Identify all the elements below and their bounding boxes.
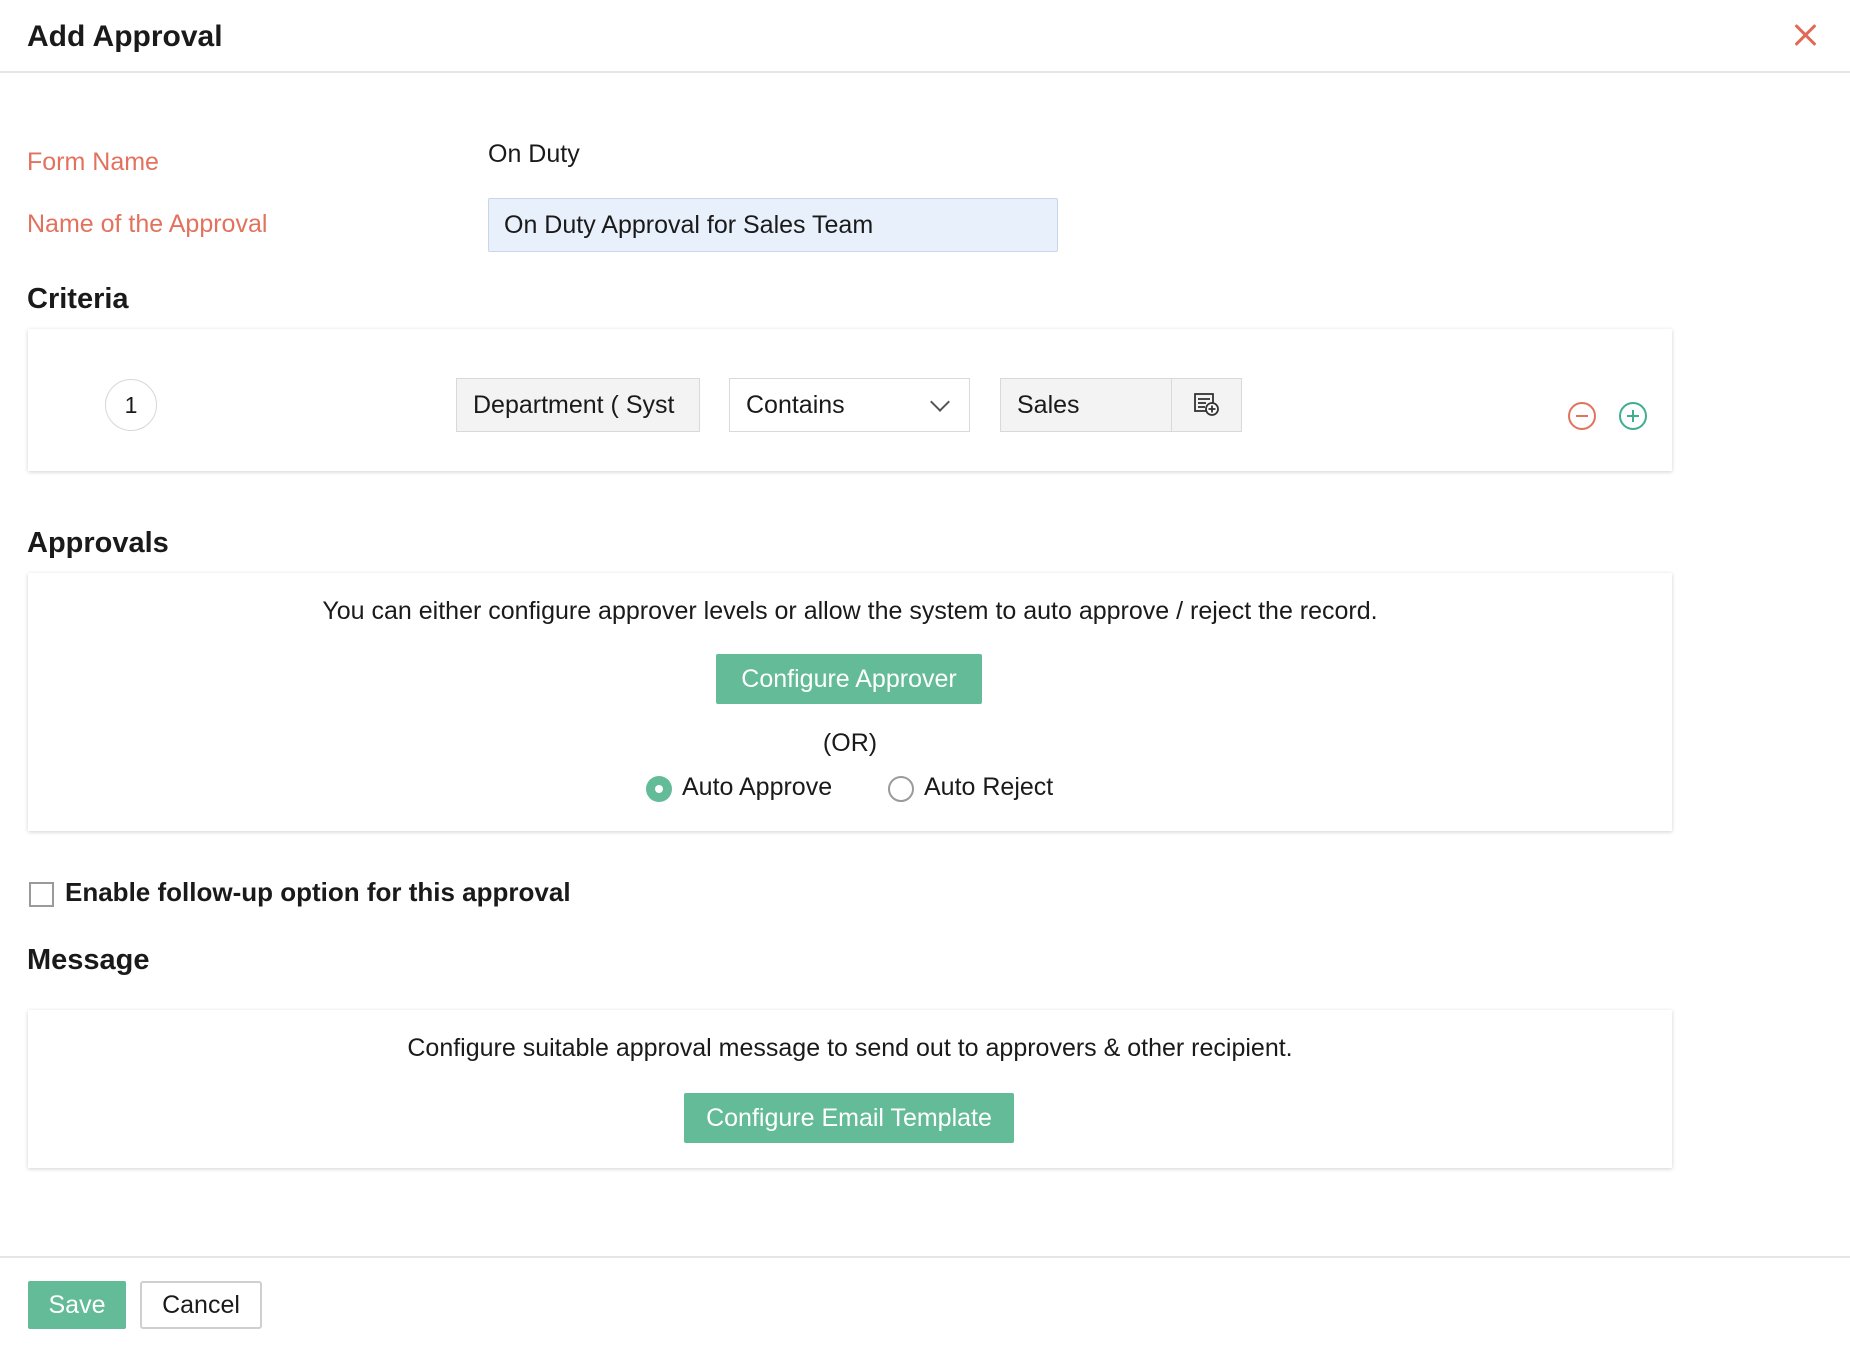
form-name-label: Form Name — [27, 148, 159, 176]
form-name-value: On Duty — [488, 140, 580, 168]
auto-reject-label[interactable]: Auto Reject — [924, 773, 1053, 802]
criteria-value-field[interactable]: Sales — [1000, 378, 1172, 432]
dialog-title: Add Approval — [27, 20, 223, 53]
followup-checkbox[interactable] — [29, 882, 54, 907]
dialog-header: Add Approval — [0, 0, 1850, 73]
auto-reject-radio[interactable] — [888, 776, 914, 802]
criteria-field-select[interactable]: Department ( Syst — [456, 378, 700, 432]
criteria-operator-select[interactable]: Contains — [729, 378, 970, 432]
plus-circle-icon[interactable] — [1619, 402, 1647, 430]
approvals-title: Approvals — [27, 527, 169, 559]
approvals-description: You can either configure approver levels… — [322, 597, 1378, 625]
close-icon[interactable] — [1790, 20, 1820, 50]
approvals-card: You can either configure approver levels… — [28, 573, 1672, 831]
save-button[interactable]: Save — [28, 1281, 126, 1329]
auto-approve-label[interactable]: Auto Approve — [682, 773, 832, 802]
criteria-operator-label: Contains — [746, 390, 845, 419]
message-card: Configure suitable approval message to s… — [28, 1010, 1672, 1168]
cancel-button[interactable]: Cancel — [140, 1281, 262, 1329]
message-title: Message — [27, 944, 150, 976]
or-separator: (OR) — [822, 729, 878, 757]
followup-label[interactable]: Enable follow-up option for this approva… — [65, 877, 571, 908]
minus-circle-icon[interactable] — [1568, 402, 1596, 430]
lookup-button[interactable] — [1171, 378, 1242, 432]
criteria-row-number: 1 — [105, 379, 157, 431]
approval-name-input[interactable] — [488, 198, 1058, 252]
lookup-list-icon — [1193, 393, 1219, 416]
configure-email-template-button[interactable]: Configure Email Template — [684, 1093, 1014, 1143]
criteria-title: Criteria — [27, 283, 129, 315]
dialog-footer: Save Cancel — [0, 1256, 1850, 1358]
auto-approve-radio[interactable] — [646, 776, 672, 802]
add-approval-dialog: Add Approval Form Name On Duty Name of t… — [0, 0, 1850, 1358]
configure-approver-button[interactable]: Configure Approver — [716, 654, 982, 704]
chevron-down-icon — [930, 392, 950, 412]
approval-name-label: Name of the Approval — [27, 210, 268, 238]
criteria-card: 1 Department ( Syst Contains Sales — [28, 329, 1672, 471]
message-description: Configure suitable approval message to s… — [407, 1034, 1293, 1062]
